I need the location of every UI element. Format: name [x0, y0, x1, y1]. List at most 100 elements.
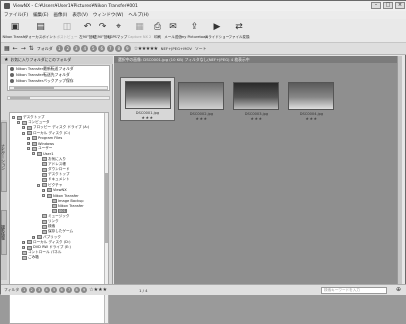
expand-icon[interactable]: + — [32, 235, 35, 239]
thumbnail-image[interactable] — [233, 82, 279, 110]
picturetown-button[interactable]: ⇪ my Picturetown — [181, 19, 208, 43]
maximize-button[interactable]: □ — [383, 2, 393, 9]
tree-node[interactable]: ごみ箱 — [17, 255, 39, 260]
zoom-icon[interactable]: ⊕ — [396, 286, 401, 293]
thumbnail-rating[interactable]: ★★★ — [174, 116, 229, 121]
search-input[interactable]: 検索キーワードを入力 — [321, 287, 387, 294]
folder-icon — [41, 172, 47, 177]
thumbnail-rating[interactable]: ★★★ — [229, 116, 284, 121]
page-indicator: 1 / 4 — [139, 287, 148, 293]
nikon-transfer-button[interactable]: ▣ Nikon Transfer — [2, 19, 27, 43]
collapse-icon[interactable]: – — [42, 194, 45, 198]
label-3-button[interactable]: 3 — [72, 45, 80, 52]
folder-icon — [46, 193, 52, 198]
thumbnail[interactable]: DSC0002.jpg ★★★ — [174, 82, 229, 121]
expand-icon[interactable]: + — [22, 240, 25, 244]
rotate-left-button[interactable]: ↶ 左90°回転 — [79, 19, 96, 43]
collapse-icon[interactable]: – — [12, 116, 15, 120]
add-favorite-icon[interactable]: ★ — [4, 57, 8, 63]
menu-image[interactable]: 画像(I) — [53, 12, 67, 18]
back-icon[interactable]: ← — [13, 45, 18, 53]
focus-point-button[interactable]: ▤ フォーカスポイント — [25, 19, 57, 43]
post-view-button[interactable]: ◫ ポストビュー — [54, 19, 80, 43]
collapse-icon[interactable]: – — [37, 183, 40, 187]
folder-icon — [51, 209, 57, 214]
collapse-icon[interactable]: – — [32, 152, 35, 156]
menu-view[interactable]: 表示(V) — [72, 12, 88, 18]
label-9-button[interactable]: 9 — [81, 287, 88, 293]
menu-window[interactable]: ウィンドウ(W) — [93, 12, 123, 18]
tab-shooting-info[interactable]: 撮影情報 — [1, 210, 7, 255]
forward-icon[interactable]: → — [21, 45, 26, 53]
label-6-button[interactable]: 6 — [98, 45, 106, 52]
thumbnail-rating[interactable]: ★★★ — [284, 116, 339, 121]
expand-icon[interactable]: + — [22, 246, 25, 250]
capture-nx-button[interactable]: ▦ Capture NX 2 — [127, 19, 152, 43]
folder-icon — [21, 255, 27, 260]
thumbnail-image[interactable] — [125, 81, 171, 109]
label-1-button[interactable]: 1 — [55, 45, 63, 52]
toolbar-label: ポストビュー — [56, 35, 78, 39]
rating-filter[interactable]: ☆★★★★★ — [134, 46, 158, 52]
thumbnail-image[interactable] — [178, 82, 224, 110]
label-5-button[interactable]: 5 — [89, 45, 97, 52]
print-button[interactable]: ⎙ 印刷 — [152, 19, 163, 43]
window-title: ViewNX - C:¥Users¥User1¥Pictures¥Nikon T… — [13, 3, 138, 9]
thumbnail[interactable]: DSC0003.jpg ★★★ — [229, 82, 284, 121]
folder-icon — [21, 250, 27, 255]
thumbnail[interactable]: DSC0001.jpg ★★★ — [120, 77, 175, 121]
menu-help[interactable]: ヘルプ(H) — [128, 12, 148, 18]
label-8-button[interactable]: 8 — [115, 45, 123, 52]
main-toolbar: ▣ Nikon Transfer ▤ フォーカスポイント ◫ ポストビュー ↶ 左90°回転 ↷… — [1, 19, 406, 43]
favorites-list: Nikon Transfer最新転送フォルダ Nikon Transfer転送先… — [7, 65, 110, 91]
label-9-button[interactable]: 9 — [123, 45, 131, 52]
label-5-button[interactable]: 5 — [51, 287, 58, 293]
favorites-hscroll[interactable] — [9, 86, 108, 90]
expand-icon[interactable]: + — [22, 126, 25, 130]
label-7-button[interactable]: 7 — [106, 45, 114, 52]
label-2-button[interactable]: 2 — [64, 45, 72, 52]
format-filter[interactable]: NEF+JPEG+MOV — [161, 46, 192, 51]
label-4-button[interactable]: 4 — [81, 45, 89, 52]
tree-node-label: User1 — [43, 151, 54, 156]
rotate-right-button[interactable]: ↷ 右90°回転 — [94, 19, 111, 43]
label-3-button[interactable]: 3 — [36, 287, 43, 293]
folder-icon — [26, 240, 32, 245]
sort-label[interactable]: ソート — [195, 46, 206, 52]
slideshow-button[interactable]: ▶ スライドショー — [205, 19, 230, 43]
panel-hscroll[interactable] — [7, 96, 110, 100]
menu-edit[interactable]: 編集(E) — [33, 12, 48, 18]
label-8-button[interactable]: 8 — [73, 287, 80, 293]
label-6-button[interactable]: 6 — [58, 287, 65, 293]
close-button[interactable]: × — [395, 2, 405, 9]
mail-icon: ✉ — [169, 22, 177, 32]
gps-map-button[interactable]: ⌖ GPSマップ — [110, 19, 128, 43]
label-2-button[interactable]: 2 — [28, 287, 35, 293]
collapse-icon[interactable]: – — [27, 147, 30, 151]
mail-button[interactable]: ✉ メール送信 — [163, 19, 183, 43]
thumbnail-vscroll[interactable] — [397, 56, 402, 284]
menu-file[interactable]: ファイル(F) — [4, 12, 28, 18]
view-mode-icon[interactable]: ▦ — [4, 45, 10, 53]
up-folder-icon[interactable]: ⇅ — [29, 45, 34, 53]
expand-icon[interactable]: + — [27, 142, 30, 146]
favorite-item[interactable]: Nikon Transferバックアップ保存 — [8, 78, 109, 84]
thumbnail-image[interactable] — [288, 82, 334, 110]
toolbar-label: 印刷 — [154, 35, 161, 39]
label-7-button[interactable]: 7 — [66, 287, 73, 293]
toolbar-label: 右90°回転 — [94, 35, 111, 39]
minimize-button[interactable]: – — [371, 2, 381, 9]
expand-icon[interactable]: + — [27, 136, 30, 140]
file-convert-button[interactable]: ⇄ ファイル変換 — [228, 19, 250, 43]
thumbnail-rating[interactable]: ★★★ — [121, 115, 174, 120]
label-4-button[interactable]: 4 — [43, 287, 50, 293]
sidebar-tabs: ナビゲーション 撮影情報 — [1, 120, 7, 280]
expand-icon[interactable]: + — [42, 188, 45, 192]
collapse-icon[interactable]: – — [17, 121, 20, 125]
thumbnail[interactable]: DSC0004.jpg ★★★ — [284, 82, 339, 121]
status-rating[interactable]: ☆★★★ — [89, 287, 107, 293]
label-1-button[interactable]: 1 — [21, 287, 28, 293]
collapse-icon[interactable]: – — [22, 131, 25, 135]
folder-label[interactable]: フォルダ — [37, 46, 53, 52]
tab-navigation[interactable]: ナビゲーション — [1, 122, 7, 192]
